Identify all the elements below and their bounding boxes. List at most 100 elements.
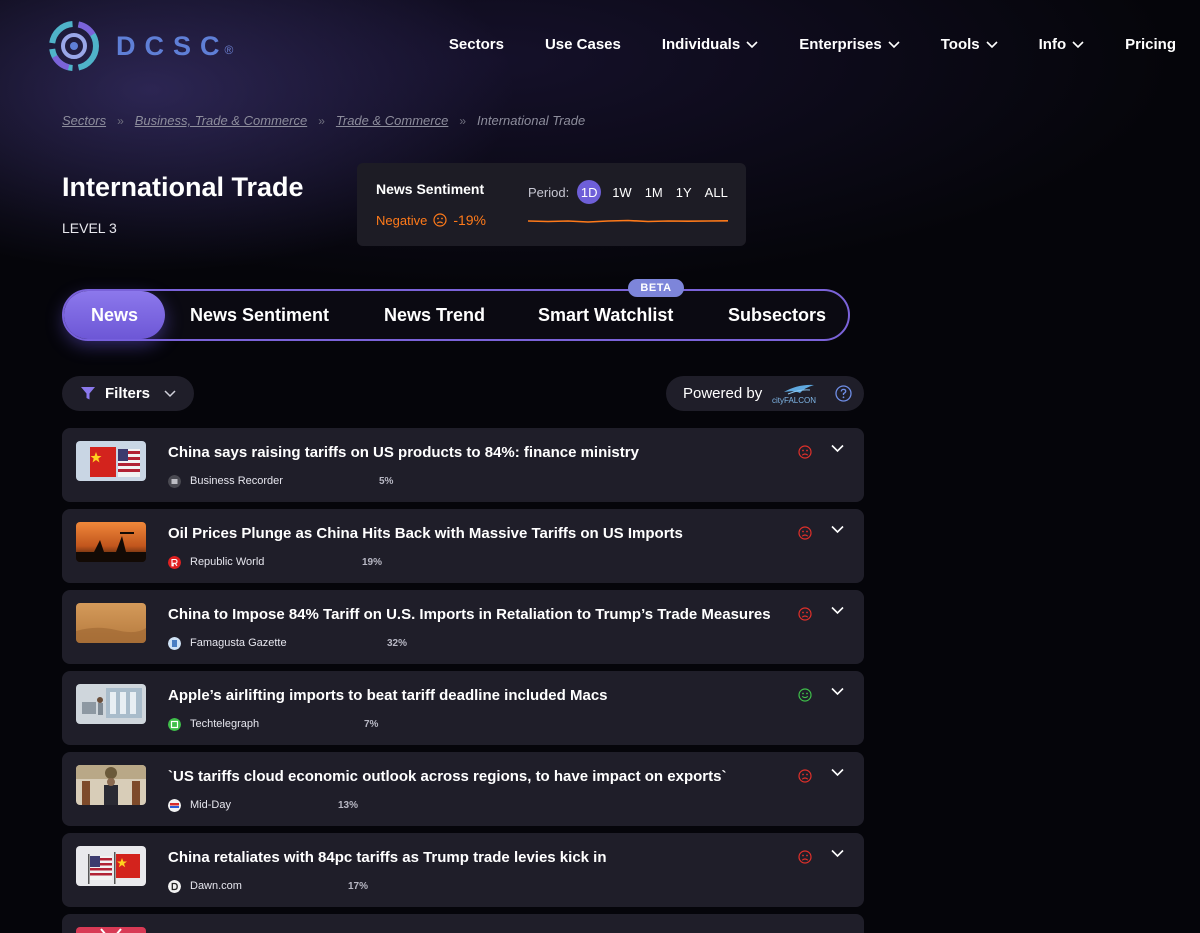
news-relevance-percent: 7% bbox=[364, 719, 379, 730]
news-thumbnail-image bbox=[76, 765, 146, 805]
breadcrumb-link-trade[interactable]: Trade & Commerce bbox=[336, 113, 448, 128]
news-thumbnail-image bbox=[76, 522, 146, 562]
news-item[interactable]: `US tariffs cloud economic outlook acros… bbox=[62, 752, 864, 826]
period-option-1d[interactable]: 1D bbox=[577, 180, 602, 204]
chevron-down-icon bbox=[888, 40, 900, 48]
top-header: DCSC ® Sectors Use Cases Individuals Ent… bbox=[0, 0, 1200, 92]
expand-chevron-icon[interactable] bbox=[831, 687, 844, 696]
happy-face-icon bbox=[798, 688, 812, 702]
tab-news-sentiment[interactable]: News Sentiment bbox=[190, 291, 329, 339]
period-option-1w[interactable]: 1W bbox=[610, 185, 634, 200]
breadcrumb-separator: » bbox=[117, 113, 124, 128]
nav-use-cases[interactable]: Use Cases bbox=[545, 36, 621, 53]
chevron-down-icon bbox=[1072, 40, 1084, 48]
sad-face-icon bbox=[798, 445, 812, 459]
expand-chevron-icon[interactable] bbox=[831, 849, 844, 858]
news-thumbnail-image bbox=[76, 927, 146, 933]
chevron-down-icon bbox=[164, 389, 176, 397]
source-logo-icon bbox=[168, 556, 181, 569]
tab-smart-watchlist[interactable]: Smart Watchlist bbox=[538, 291, 673, 339]
news-item[interactable]: Oil Prices Plunge as China Hits Back wit… bbox=[62, 509, 864, 583]
logo-ring-icon bbox=[49, 21, 99, 71]
expand-chevron-icon[interactable] bbox=[831, 444, 844, 453]
news-title[interactable]: `US tariffs cloud economic outlook acros… bbox=[168, 768, 726, 785]
period-label: Period: bbox=[528, 184, 570, 200]
expand-chevron-icon[interactable] bbox=[831, 525, 844, 534]
news-title[interactable]: China to Impose 84% Tariff on U.S. Impor… bbox=[168, 606, 771, 623]
breadcrumb: Sectors » Business, Trade & Commerce » T… bbox=[62, 113, 585, 128]
brand-logo[interactable]: DCSC ® bbox=[46, 18, 233, 74]
news-item[interactable]: China says raising tariffs on US product… bbox=[62, 428, 864, 502]
sad-face-icon bbox=[798, 526, 812, 540]
period-option-1y[interactable]: 1Y bbox=[674, 185, 694, 200]
brand-reg-mark: ® bbox=[224, 43, 234, 57]
news-source[interactable]: Business Recorder bbox=[190, 475, 283, 487]
news-source[interactable]: Republic World bbox=[190, 556, 264, 568]
sentiment-card-title: News Sentiment bbox=[376, 181, 485, 197]
nav-label: Pricing bbox=[1125, 36, 1176, 53]
chevron-down-icon bbox=[746, 40, 758, 48]
nav-sectors[interactable]: Sectors bbox=[449, 36, 504, 53]
period-selector: Period: 1D 1W 1M 1Y ALL bbox=[528, 180, 730, 204]
news-relevance-percent: 19% bbox=[362, 557, 383, 568]
news-title[interactable]: Oil Prices Plunge as China Hits Back wit… bbox=[168, 525, 683, 542]
news-item[interactable]: China retaliates with 84pc tariffs as Tr… bbox=[62, 833, 864, 907]
nav-label: Sectors bbox=[448, 36, 504, 53]
cityfalcon-logo-text: cityFALCON bbox=[772, 396, 816, 405]
news-item[interactable]: Apple’s airlifting imports to beat tarif… bbox=[62, 671, 864, 745]
page-title: International Trade bbox=[62, 172, 304, 202]
sad-face-icon bbox=[798, 850, 812, 864]
nav-info[interactable]: Info bbox=[1039, 36, 1085, 53]
brand-name: DCSC bbox=[116, 30, 229, 61]
news-title[interactable]: China says raising tariffs on US product… bbox=[168, 444, 639, 461]
news-source[interactable]: Dawn.com bbox=[190, 880, 242, 892]
sad-face-icon bbox=[798, 769, 812, 783]
nav-tools[interactable]: Tools bbox=[941, 36, 998, 53]
nav-label: Enterprises bbox=[799, 36, 882, 53]
breadcrumb-separator: » bbox=[459, 113, 467, 128]
news-source[interactable]: Famagusta Gazette bbox=[190, 637, 287, 649]
period-option-1m[interactable]: 1M bbox=[643, 185, 665, 200]
tab-subsectors[interactable]: Subsectors bbox=[728, 291, 826, 339]
sentiment-label: Negative bbox=[376, 212, 428, 228]
beta-badge: BETA bbox=[628, 279, 684, 297]
news-thumbnail-image bbox=[76, 846, 146, 886]
nav-label: Individuals bbox=[661, 36, 741, 53]
news-relevance-percent: 17% bbox=[348, 881, 369, 892]
news-item[interactable] bbox=[62, 914, 864, 933]
tab-news[interactable]: News bbox=[64, 291, 165, 339]
news-source[interactable]: Mid-Day bbox=[190, 799, 231, 811]
breadcrumb-current: International Trade bbox=[477, 113, 586, 128]
expand-chevron-icon[interactable] bbox=[831, 606, 844, 615]
sad-face-icon bbox=[798, 607, 812, 621]
news-thumbnail-image bbox=[76, 441, 146, 481]
news-title[interactable]: China retaliates with 84pc tariffs as Tr… bbox=[168, 849, 607, 866]
powered-by-label: Powered by bbox=[683, 385, 763, 402]
nav-pricing[interactable]: Pricing bbox=[1125, 36, 1176, 53]
source-logo-icon bbox=[168, 718, 181, 731]
period-option-all[interactable]: ALL bbox=[703, 185, 730, 200]
news-relevance-percent: 32% bbox=[387, 638, 408, 649]
powered-by-badge: Powered by cityFALCON bbox=[666, 376, 864, 411]
main-nav: Sectors Use Cases Individuals Enterprise… bbox=[408, 36, 1176, 53]
sentiment-value: Negative -19% bbox=[376, 212, 486, 228]
news-list: China says raising tariffs on US product… bbox=[62, 428, 864, 933]
news-relevance-percent: 13% bbox=[338, 800, 359, 811]
nav-individuals[interactable]: Individuals bbox=[662, 36, 758, 53]
news-source[interactable]: Techtelegraph bbox=[190, 718, 259, 730]
nav-enterprises[interactable]: Enterprises bbox=[799, 36, 900, 53]
filters-button[interactable]: Filters bbox=[62, 376, 194, 411]
expand-chevron-icon[interactable] bbox=[831, 768, 844, 777]
tab-news-trend[interactable]: News Trend bbox=[384, 291, 485, 339]
help-question-icon[interactable] bbox=[835, 385, 852, 402]
source-logo-icon bbox=[168, 799, 181, 812]
source-logo-icon bbox=[168, 880, 181, 893]
news-item[interactable]: China to Impose 84% Tariff on U.S. Impor… bbox=[62, 590, 864, 664]
nav-label: Use Cases bbox=[544, 36, 621, 53]
source-logo-icon bbox=[168, 637, 181, 650]
breadcrumb-link-business[interactable]: Business, Trade & Commerce bbox=[135, 113, 307, 128]
sad-face-icon bbox=[433, 213, 447, 227]
breadcrumb-separator: » bbox=[318, 113, 325, 128]
breadcrumb-link-sectors[interactable]: Sectors bbox=[62, 113, 106, 128]
news-title[interactable]: Apple’s airlifting imports to beat tarif… bbox=[168, 687, 608, 704]
